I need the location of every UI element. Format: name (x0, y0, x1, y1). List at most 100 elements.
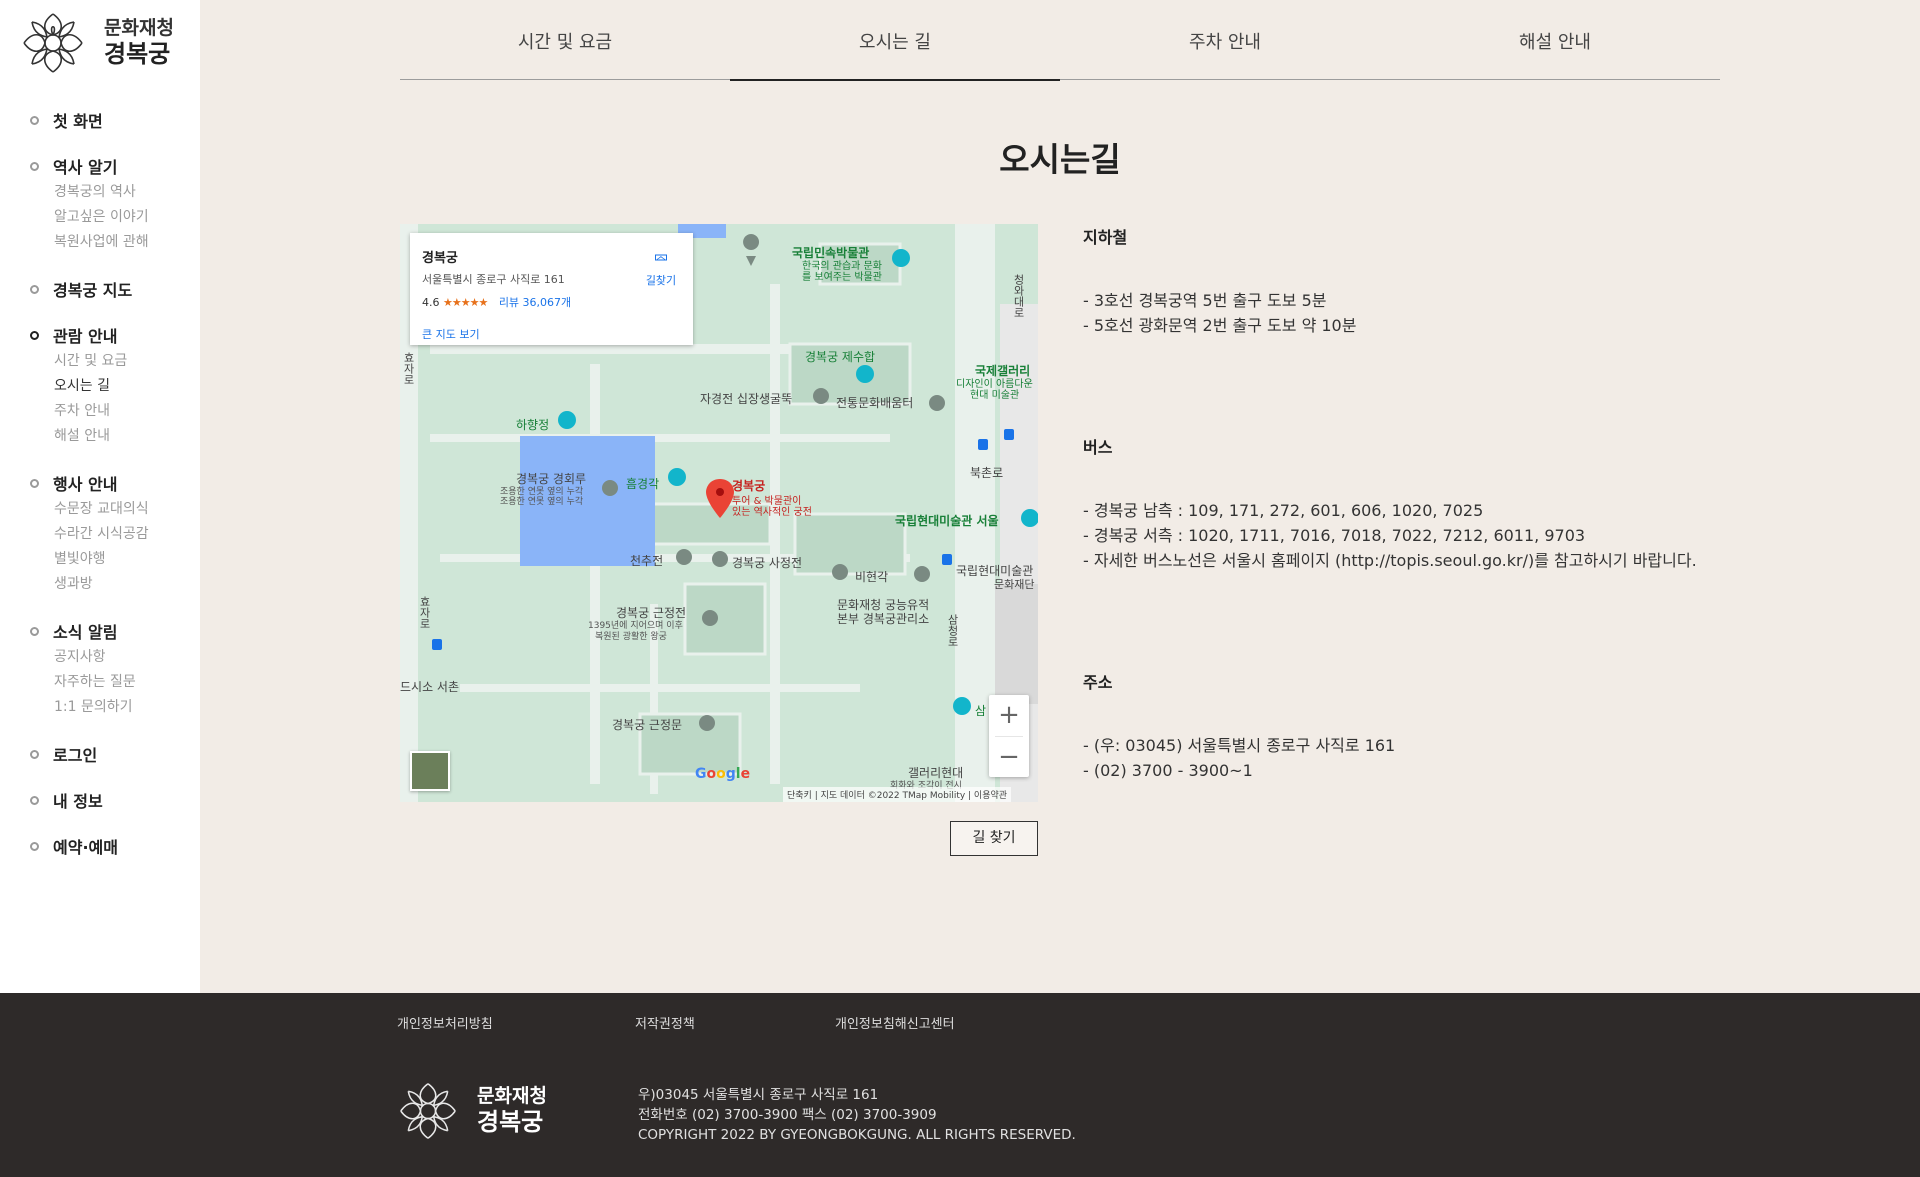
nav-item-label: 예약·예매 (53, 838, 118, 857)
map-attribution[interactable]: 단축키 | 지도 데이터 ©2022 TMap Mobility | 이용약관 (783, 787, 1012, 802)
nav-subitem[interactable]: 공지사항 (54, 645, 195, 670)
footer-phone: 전화번호 (02) 3700-3900 팩스 (02) 3700-3909 (638, 1107, 937, 1123)
footer-address: 우)03045 서울특별시 종로구 사직로 161 (638, 1087, 879, 1103)
nav-subitem[interactable]: 별빛야행 (54, 547, 195, 572)
star-rating-icon: ★★★★★ (443, 296, 488, 309)
sidebar-nav: 첫 화면 역사 알기 경복궁의 역사 알고싶은 이야기 복원사업에 관해 경복궁… (30, 108, 195, 880)
nav-item-home[interactable]: 첫 화면 (30, 108, 195, 132)
nav-item-label: 행사 안내 (53, 475, 118, 494)
address-title: 주소 (1083, 673, 1113, 692)
nav-group-visit: 관람 안내 시간 및 요금 오시는 길 주차 안내 해설 안내 (30, 323, 195, 449)
nav-item-events[interactable]: 행사 안내 (30, 471, 195, 495)
directions-label: 길찾기 (645, 274, 677, 287)
nav-subitem[interactable]: 복원사업에 관해 (54, 230, 195, 255)
map-label[interactable]: 경복궁 근정문 (612, 716, 682, 733)
nav-subitem[interactable]: 주차 안내 (54, 399, 195, 424)
bus-line: - 자세한 버스노선은 서울시 홈페이지 (http://topis.seoul… (1083, 551, 1697, 570)
map-place-card: 경복궁 서울특별시 종로구 사직로 161 4.6 ★★★★★ 리뷰 36,06… (410, 233, 693, 345)
sidebar: 문화재청 경복궁 첫 화면 역사 알기 경복궁의 역사 알고싶은 이야기 복원사… (0, 0, 200, 993)
nav-item-history[interactable]: 역사 알기 (30, 154, 195, 178)
map-label[interactable]: 본부 경복궁관리소 (837, 610, 929, 627)
nav-group-home: 첫 화면 (30, 108, 195, 132)
nav-subitem[interactable]: 해설 안내 (54, 424, 195, 449)
reviews-link[interactable]: 리뷰 36,067개 (499, 296, 571, 309)
google-map[interactable]: 국립민속박물관 한국의 관습과 문화 를 보여주는 박물관 경복궁 제수합 국제… (400, 224, 1038, 802)
nav-subitem[interactable]: 수문장 교대의식 (54, 497, 195, 522)
subway-title: 지하철 (1083, 228, 1128, 247)
tab-hours-fees[interactable]: 시간 및 요금 (400, 0, 730, 79)
nav-group-myinfo: 내 정보 (30, 788, 195, 812)
nav-subitem[interactable]: 수라간 시식공감 (54, 522, 195, 547)
nav-subitem[interactable]: 자주하는 질문 (54, 670, 195, 695)
nav-sub-news: 공지사항 자주하는 질문 1:1 문의하기 (30, 645, 195, 720)
find-route-button[interactable]: 길 찾기 (950, 821, 1038, 856)
nav-subitem[interactable]: 1:1 문의하기 (54, 695, 195, 720)
tab-guide[interactable]: 해설 안내 (1390, 0, 1720, 79)
footer-brand-text: 문화재청 경복궁 (477, 1086, 547, 1136)
map-label[interactable]: 천추전 (630, 552, 663, 569)
map-road-label: 효자로 (402, 352, 415, 385)
bus-line: - 경복궁 남측 : 109, 171, 272, 601, 606, 1020… (1083, 501, 1484, 520)
footer-logo: 문화재청 경복궁 (397, 1080, 547, 1142)
nav-item-news[interactable]: 소식 알림 (30, 619, 195, 643)
map-label[interactable]: 흠경각 (626, 475, 659, 492)
map-label: 조용한 연못 옆의 누각 (500, 497, 584, 507)
footer-link-privacy[interactable]: 개인정보처리방침 (397, 1013, 493, 1032)
map-label[interactable]: 비현각 (855, 568, 888, 585)
nav-group-reserve: 예약·예매 (30, 834, 195, 858)
flower-logo-icon (23, 13, 83, 73)
footer-info: 우)03045 서울특별시 종로구 사직로 161 전화번호 (02) 3700… (638, 1085, 1076, 1145)
nav-item-label: 관람 안내 (53, 327, 118, 346)
nav-sub-visit: 시간 및 요금 오시는 길 주차 안내 해설 안내 (30, 349, 195, 449)
nav-item-visit[interactable]: 관람 안내 (30, 323, 195, 347)
nav-subitem-current[interactable]: 오시는 길 (54, 374, 195, 399)
page-title: 오시는길 (999, 140, 1121, 179)
google-letter: g (725, 766, 736, 782)
bullet-icon (30, 478, 39, 488)
zoom-control: + − (989, 695, 1029, 777)
map-label[interactable]: 국립현대미술관 서울 (895, 512, 999, 529)
nav-item-myinfo[interactable]: 내 정보 (30, 788, 195, 812)
tab-parking[interactable]: 주차 안내 (1060, 0, 1390, 79)
directions-button[interactable]: ⮹ 길찾기 (641, 247, 681, 288)
address-section: 주소 - (우: 03045) 서울특별시 종로구 사직로 161 - (02)… (1083, 669, 1395, 783)
footer-link-copyright[interactable]: 저작권정책 (635, 1013, 695, 1032)
map-label[interactable]: 경복궁 제수합 (805, 348, 875, 365)
place-name: 경복궁 (422, 251, 458, 266)
map-label[interactable]: 드시소 서촌 (400, 678, 459, 695)
bullet-icon (30, 115, 39, 125)
brand-text: 문화재청 경복궁 (104, 18, 174, 69)
zoom-in-button[interactable]: + (989, 695, 1029, 736)
brand-logo[interactable]: 문화재청 경복궁 (20, 10, 174, 76)
nav-sub-history: 경복궁의 역사 알고싶은 이야기 복원사업에 관해 (30, 180, 195, 255)
bullet-icon (30, 330, 39, 340)
nav-item-reserve[interactable]: 예약·예매 (30, 834, 195, 858)
map-label[interactable]: 경복궁 사정전 (732, 554, 802, 571)
bullet-icon (30, 161, 39, 171)
map-label[interactable]: 전통문화배움터 (836, 394, 913, 411)
nav-subitem[interactable]: 생과방 (54, 572, 195, 597)
map-road-label: 삼청로 (946, 614, 959, 647)
directions-icon: ⮹ (653, 246, 669, 270)
zoom-out-button[interactable]: − (989, 737, 1029, 778)
tab-directions[interactable]: 오시는 길 (730, 0, 1060, 81)
bullet-icon (30, 749, 39, 759)
bullet-icon (30, 841, 39, 851)
map-label[interactable]: 하향정 (516, 416, 549, 433)
nav-sub-events: 수문장 교대의식 수라간 시식공감 별빛야행 생과방 (30, 497, 195, 597)
nav-group-history: 역사 알기 경복궁의 역사 알고싶은 이야기 복원사업에 관해 (30, 154, 195, 255)
large-map-link[interactable]: 큰 지도 보기 (422, 326, 480, 342)
nav-subitem[interactable]: 경복궁의 역사 (54, 180, 195, 205)
footer-link-report[interactable]: 개인정보침해신고센터 (835, 1013, 955, 1032)
nav-item-login[interactable]: 로그인 (30, 742, 195, 766)
brand-line2: 경복궁 (104, 40, 171, 69)
tab-bar: 시간 및 요금 오시는 길 주차 안내 해설 안내 (400, 0, 1720, 81)
footer-copyright: COPYRIGHT 2022 BY GYEONGBOKGUNG. ALL RIG… (638, 1127, 1076, 1143)
map-road-label: 청와대로 (1012, 274, 1025, 318)
map-label[interactable]: 자경전 십장생굴뚝 (700, 390, 792, 407)
nav-group-login: 로그인 (30, 742, 195, 766)
satellite-toggle-button[interactable] (410, 751, 450, 791)
nav-item-map[interactable]: 경복궁 지도 (30, 277, 195, 301)
nav-subitem[interactable]: 시간 및 요금 (54, 349, 195, 374)
nav-subitem[interactable]: 알고싶은 이야기 (54, 205, 195, 230)
